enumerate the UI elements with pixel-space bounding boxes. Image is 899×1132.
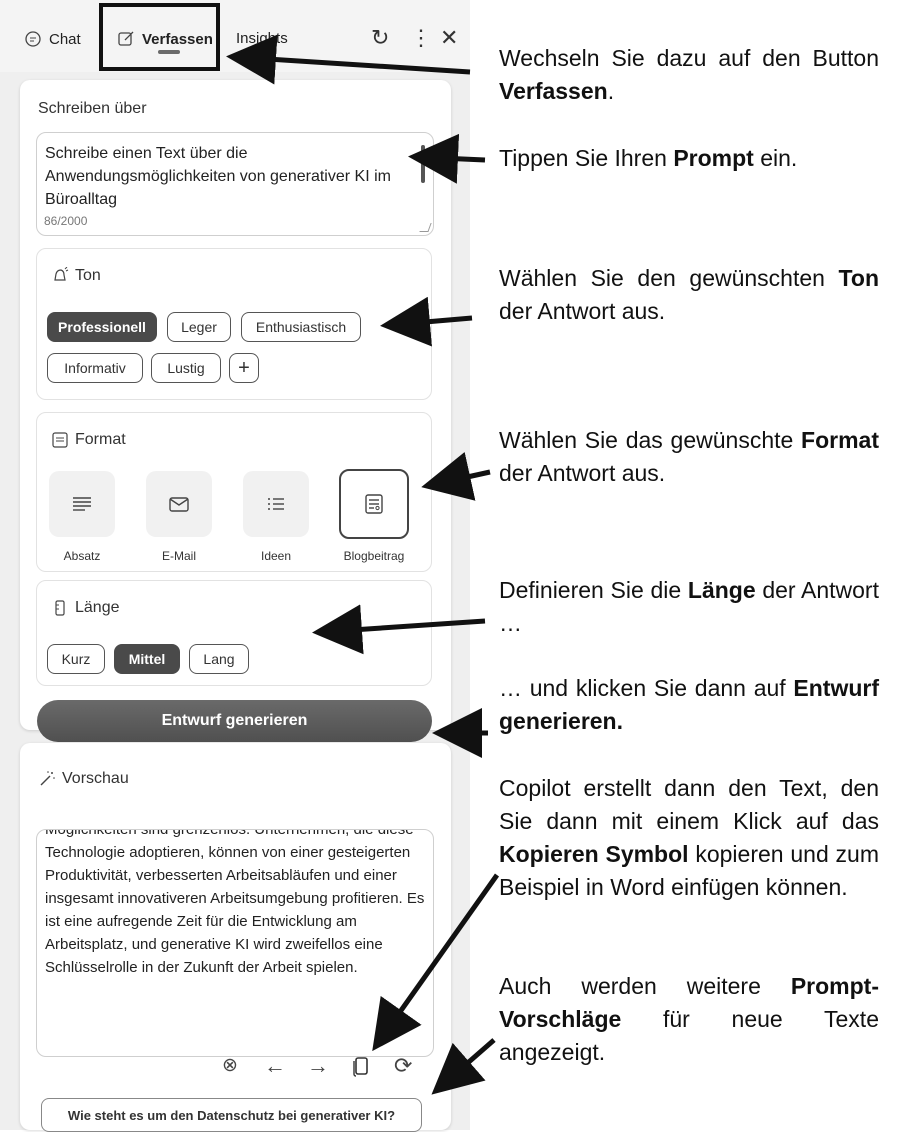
arrow-to-suggestion (431, 1038, 496, 1095)
annotation-arrows (226, 34, 500, 1095)
arrow-to-tone (380, 296, 473, 347)
arrow-to-format (421, 451, 491, 501)
arrow-to-compose-tab (226, 34, 471, 85)
arrow-to-copy (372, 873, 500, 1052)
arrow-to-prompt (408, 133, 486, 184)
arrow-to-length (312, 604, 486, 655)
